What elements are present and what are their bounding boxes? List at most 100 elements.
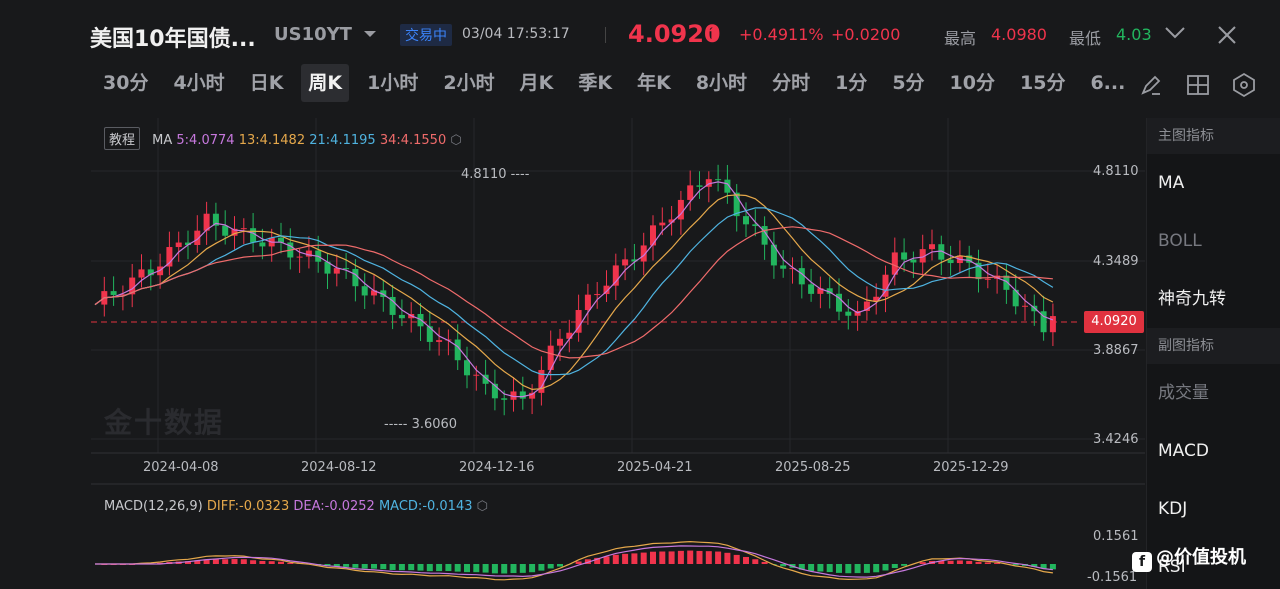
candle-body [984,278,991,280]
macd-bar [696,550,703,564]
header-bar: 美国10年国债... US10YT 交易中 03/04 17:53:17 4.0… [0,0,1280,66]
macd-legend: MACD(12,26,9) DIFF:-0.0323 DEA:-0.0252 M… [104,499,488,514]
indicator-item-成交量[interactable]: 成交量 [1147,364,1280,422]
macd-bar [956,560,963,564]
tab-period-1[interactable]: 4小时 [166,64,231,102]
macd-bar [631,553,638,564]
macd-bar [873,564,880,573]
macd-bar [398,564,405,571]
settings-hexagon-icon[interactable] [1231,72,1257,98]
ma13-line [94,194,1054,391]
x-axis-tick: 2024-04-08 [143,460,219,475]
layout-grid-icon[interactable] [1185,72,1211,98]
macd-bar [361,564,368,569]
low-value: 4.03 [1116,25,1152,44]
macd-bar [761,561,768,564]
ma34-value: 34:4.1550 [379,133,447,148]
main-indicator-header: 主图指标 [1147,118,1280,154]
tab-period-11[interactable]: 1分 [828,64,874,102]
macd-axis-tick: 0.1561 [1093,529,1139,544]
candle-body [659,222,666,226]
low-label: 最低 [1069,29,1102,48]
tab-period-8[interactable]: 年K [630,64,678,102]
indicator-item-boll[interactable]: BOLL [1147,212,1280,270]
macd-bar [259,560,266,564]
ma-settings-icon[interactable]: ⬡ [450,133,461,148]
macd-axis-tick: -0.1561 [1087,570,1138,585]
indicator-item-ma[interactable]: MA [1147,154,1280,212]
macd-bar [343,564,350,567]
candle-body [780,265,787,269]
tab-period-2[interactable]: 日K [243,64,291,102]
chart-area[interactable]: 4.8110 ---- ----- 3.6060 [91,118,1145,589]
tutorial-button[interactable]: 教程 [104,127,141,150]
candle-body [808,284,815,294]
tab-period-6[interactable]: 月K [513,64,561,102]
macd-bar [389,564,396,570]
tab-period-14[interactable]: 15分 [1013,64,1072,102]
macd-bar [371,564,377,569]
candle-body [743,216,749,225]
tab-period-4[interactable]: 1小时 [360,64,425,102]
macd-bar [491,564,498,574]
tab-period-7[interactable]: 季K [571,64,619,102]
change-percent: +0.4911% [739,25,824,44]
candle-body [696,185,703,187]
tab-period-3[interactable]: 周K [301,64,350,102]
indicator-item-kdj[interactable]: KDJ [1147,480,1280,538]
watermark-logo: 金十数据 [104,406,225,439]
candle-body [519,391,526,399]
macd-settings-icon[interactable]: ⬡ [477,499,488,514]
candle-body [240,228,247,230]
sub-indicator-header: 副图指标 [1147,328,1280,364]
draw-pen-icon[interactable] [1138,72,1164,98]
macd-bar [845,564,852,574]
source-badge-text: @价值投机 [1156,547,1246,568]
macd-bar [612,554,619,564]
candle-body [175,242,182,248]
ma34-line [94,226,1053,359]
macd-bar [705,551,712,564]
macd-bar [650,551,656,564]
tab-period-15[interactable]: 6... [1083,64,1130,102]
macd-bar [380,564,387,570]
caret-down-icon[interactable] [364,31,376,37]
macd-bar [947,560,954,564]
tab-period-5[interactable]: 2小时 [436,64,501,102]
macd-bar [547,564,554,569]
macd-bar [445,564,452,572]
macd-label: MACD(12,26,9) [104,499,203,514]
candle-body [222,225,229,236]
indicator-item-macd[interactable]: MACD [1147,422,1280,480]
indicator-item-神奇九转[interactable]: 神奇九转 [1147,270,1280,328]
macd-bar [966,560,973,564]
candle-body [584,294,591,311]
tab-period-13[interactable]: 10分 [943,64,1002,102]
macd-bar [1049,564,1056,570]
macd-bar [836,564,842,573]
candlestick-chart[interactable]: 4.8110 ---- ----- 3.6060 [91,118,1145,589]
candle-body [464,360,470,376]
candle-body [929,244,935,250]
candle-body [845,311,852,316]
macd-bar [854,564,861,574]
macd-bar [808,564,815,572]
macd-bar [826,564,833,573]
macd-bar [882,564,889,571]
macd-bar [724,552,731,564]
tab-period-10[interactable]: 分时 [765,64,817,102]
y-axis-tick: 3.8867 [1093,343,1139,358]
change-value: +0.0200 [831,25,901,44]
tab-period-0[interactable]: 30分 [96,64,155,102]
close-icon[interactable] [1216,24,1238,46]
candle-body [473,374,480,376]
macd-bar [501,564,508,574]
candle-body [612,265,619,286]
tab-period-9[interactable]: 8小时 [689,64,754,102]
chevron-down-icon[interactable] [1164,24,1186,40]
macd-bar [250,560,257,564]
macd-bar [529,564,536,573]
candle-body [1022,305,1028,307]
tab-period-12[interactable]: 5分 [885,64,931,102]
symbol-selector[interactable]: US10YT [274,24,352,45]
